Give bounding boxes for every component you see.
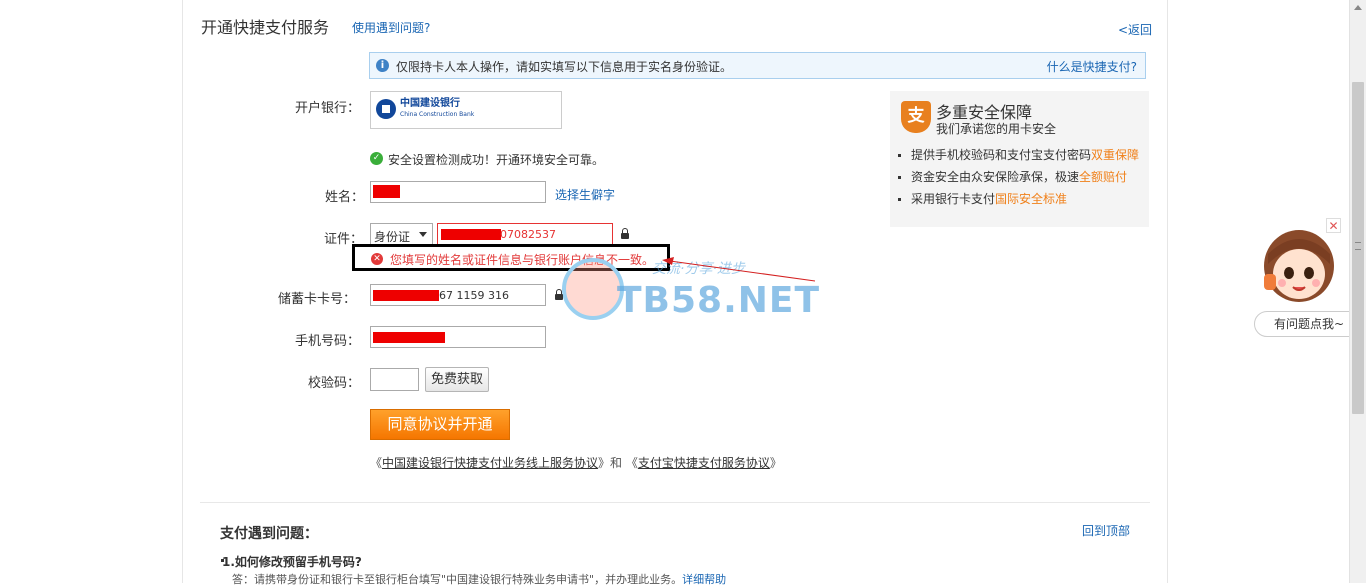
page-title: 开通快捷支付服务	[201, 18, 330, 37]
rare-char-link[interactable]: 选择生僻字	[555, 186, 615, 203]
redaction-mark	[373, 185, 400, 198]
code-label: 校验码：	[307, 376, 360, 391]
security-panel: 支 多重安全保障 我们承诺您的用卡安全 提供手机校验码和支付宝支付密码双重保障 …	[890, 91, 1149, 227]
id-type-value: 身份证	[374, 230, 411, 244]
agreement-prefix: 《	[370, 456, 383, 470]
name-input[interactable]	[370, 181, 546, 203]
security-item: 资金安全由众安保险承保，极速全额赔付	[898, 168, 1127, 185]
section-divider	[200, 502, 1150, 503]
page-left-border	[182, 0, 183, 583]
watermark-text: TB58.NET	[617, 280, 821, 321]
security-status: 安全设置检测成功！开通环境安全可靠。	[388, 153, 605, 167]
helper-avatar-icon[interactable]	[1262, 228, 1336, 304]
agreement-suffix: 》	[769, 456, 782, 470]
notice-text: 仅限持卡人本人操作，请如实填写以下信息用于实名身份验证。	[396, 60, 733, 74]
agreement-separator: 》和 《	[598, 456, 638, 470]
bank-selector[interactable]: 中国建设银行 China Construction Bank	[370, 91, 562, 129]
card-number-input[interactable]: 67 1159 316	[370, 284, 546, 306]
check-icon: ✓	[370, 152, 383, 165]
alipay-shield-icon: 支	[901, 101, 931, 133]
card-number-value: 67 1159 316	[439, 289, 509, 302]
scroll-thumb[interactable]	[1352, 82, 1364, 414]
id-label: 证件：	[323, 232, 363, 247]
id-type-select[interactable]: 身份证	[370, 223, 433, 245]
redaction-mark	[441, 229, 501, 240]
bank-name-en: China Construction Bank	[400, 111, 475, 118]
hand-icon	[562, 258, 624, 320]
annotation-arrow	[662, 257, 816, 282]
security-item: 提供手机校验码和支付宝支付密码双重保障	[898, 146, 1139, 163]
lock-icon	[621, 228, 629, 239]
phone-input[interactable]	[370, 326, 546, 348]
grip-icon	[1355, 242, 1361, 250]
bank-name: 中国建设银行	[400, 98, 460, 109]
faq-title: 支付遇到问题：	[220, 526, 318, 542]
help-link[interactable]: 使用遇到问题?	[352, 19, 430, 36]
help-bubble[interactable]: 有问题点我~	[1254, 311, 1364, 337]
info-icon: i	[376, 59, 389, 72]
ccb-agreement-link[interactable]: 中国建设银行快捷支付业务线上服务协议	[382, 456, 598, 470]
card-label: 储蓄卡卡号：	[277, 292, 356, 307]
alipay-agreement-link[interactable]: 支付宝快捷支付服务协议	[638, 456, 770, 470]
what-is-quick-pay-link[interactable]: 什么是快捷支付?	[1047, 58, 1137, 75]
bank-label: 开户银行：	[294, 101, 360, 116]
error-message: 您填写的姓名或证件信息与银行账户信息不一致。	[390, 253, 655, 267]
get-code-button[interactable]: 免费获取	[425, 367, 489, 392]
name-label: 姓名：	[324, 190, 364, 205]
id-number-value: 07082537	[500, 228, 556, 241]
back-to-top-link[interactable]: 回到顶部	[1082, 522, 1130, 539]
security-subtitle: 我们承诺您的用卡安全	[936, 122, 1057, 136]
redaction-mark	[373, 290, 439, 301]
page-right-border	[1167, 0, 1168, 583]
detailed-help-link[interactable]: 详细帮助	[682, 573, 726, 586]
scroll-up-icon[interactable]	[1354, 5, 1362, 10]
scrollbar[interactable]	[1349, 0, 1366, 583]
back-link[interactable]: <返回	[1118, 21, 1152, 38]
error-icon: ✕	[371, 253, 383, 265]
faq-answer: 答：请携带身份证和银行卡至银行柜台填写"中国建设银行特殊业务申请书"，并办理此业…	[232, 573, 727, 586]
chevron-down-icon	[419, 232, 427, 237]
error-message-box: ✕ 您填写的姓名或证件信息与银行账户信息不一致。	[352, 244, 670, 271]
faq-question: 1.如何修改预留手机号码?	[222, 555, 362, 569]
verification-code-input[interactable]	[370, 368, 419, 391]
agree-and-open-button[interactable]: 同意协议并开通	[370, 409, 510, 440]
identity-notice: i 仅限持卡人本人操作，请如实填写以下信息用于实名身份验证。 什么是快捷支付?	[369, 52, 1146, 79]
phone-label: 手机号码：	[294, 334, 360, 349]
redaction-mark	[373, 332, 445, 343]
lock-icon	[555, 289, 563, 300]
security-item: 采用银行卡支付国际安全标准	[898, 190, 1067, 207]
bank-logo-icon	[376, 99, 396, 119]
agreement-links: 《中国建设银行快捷支付业务线上服务协议》和 《支付宝快捷支付服务协议》	[370, 454, 782, 471]
id-number-input[interactable]: 07082537	[437, 223, 613, 245]
